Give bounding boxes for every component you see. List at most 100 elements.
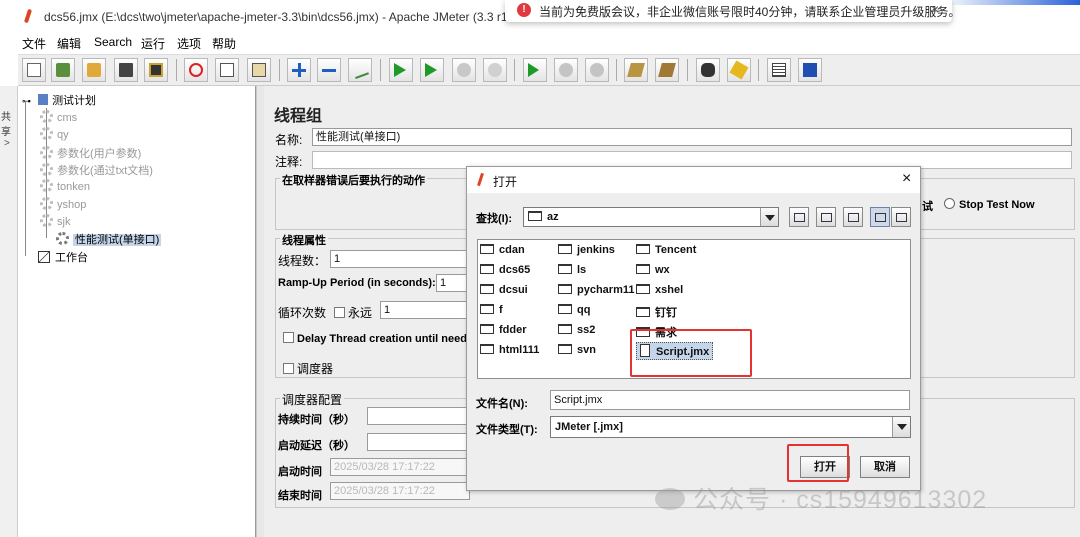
home-button[interactable] bbox=[816, 207, 836, 227]
file-item[interactable]: dcsui bbox=[480, 284, 528, 296]
radio-icon bbox=[944, 198, 955, 209]
reset-search-button[interactable] bbox=[727, 58, 751, 82]
start-button[interactable] bbox=[389, 58, 413, 82]
tree-node-qy[interactable]: qy bbox=[40, 127, 69, 141]
startup-delay-input[interactable] bbox=[367, 433, 467, 451]
duration-input[interactable] bbox=[367, 407, 467, 425]
filetype-combo[interactable]: JMeter [.jmx] bbox=[550, 416, 911, 438]
end-time-input[interactable]: 2025/03/28 17:17:22 bbox=[330, 482, 470, 500]
menu-search[interactable]: Search bbox=[94, 35, 132, 49]
folder-icon bbox=[636, 307, 650, 317]
file-item[interactable]: f bbox=[480, 304, 503, 316]
copy-button[interactable] bbox=[215, 58, 239, 82]
forever-checkbox[interactable]: 永远 bbox=[334, 304, 372, 321]
shutdown-button[interactable] bbox=[483, 58, 507, 82]
clear-all-button[interactable] bbox=[655, 58, 679, 82]
details-view-button[interactable] bbox=[891, 207, 911, 227]
save-button[interactable] bbox=[114, 58, 138, 82]
cut-button[interactable] bbox=[184, 58, 208, 82]
window-title: dcs56.jmx (E:\dcs\two\jmeter\apache-jmet… bbox=[44, 10, 508, 24]
tree-node-workbench[interactable]: 工作台 bbox=[38, 249, 88, 265]
dialog-close-button[interactable]: × bbox=[902, 170, 911, 188]
stop-test-now-radio[interactable]: Stop Test Now bbox=[944, 198, 1035, 211]
file-item[interactable]: xshel bbox=[636, 284, 683, 296]
help-button[interactable] bbox=[798, 58, 822, 82]
menu-file[interactable]: 文件 bbox=[22, 35, 46, 52]
list-view-button[interactable] bbox=[870, 207, 890, 227]
remote-shutdown-button[interactable] bbox=[585, 58, 609, 82]
paste-button[interactable] bbox=[247, 58, 271, 82]
clear-button[interactable] bbox=[624, 58, 648, 82]
watermark: 公众号 · cs15949613302 bbox=[655, 480, 1075, 514]
file-item[interactable]: ss2 bbox=[558, 324, 595, 336]
threads-input[interactable]: 1 bbox=[330, 250, 470, 268]
stop-button[interactable] bbox=[452, 58, 476, 82]
menu-options[interactable]: 选项 bbox=[177, 35, 201, 52]
thread-group-icon bbox=[40, 214, 53, 227]
folder-icon bbox=[558, 264, 572, 274]
up-folder-button[interactable] bbox=[789, 207, 809, 227]
file-item[interactable]: Tencent bbox=[636, 244, 696, 256]
left-strip-arrow[interactable]: > bbox=[4, 138, 10, 149]
folder-open-icon bbox=[87, 63, 101, 77]
folder-icon bbox=[480, 344, 494, 354]
file-item[interactable]: html111 bbox=[480, 344, 539, 356]
save-as-button[interactable] bbox=[144, 58, 168, 82]
cancel-button[interactable]: 取消 bbox=[860, 456, 910, 478]
expand-button[interactable] bbox=[287, 58, 311, 82]
tree-node-param-user[interactable]: 参数化(用户参数) bbox=[40, 145, 141, 161]
loop-count-input[interactable]: 1 bbox=[380, 301, 470, 319]
broom-all-icon bbox=[658, 63, 676, 77]
tree-node-yshop[interactable]: yshop bbox=[40, 197, 86, 211]
chevron-down-icon[interactable] bbox=[760, 208, 778, 226]
file-item[interactable]: cdan bbox=[480, 244, 525, 256]
list-view-icon bbox=[875, 213, 886, 222]
file-item[interactable]: svn bbox=[558, 344, 596, 356]
new-folder-icon bbox=[848, 213, 859, 222]
file-item[interactable]: fdder bbox=[480, 324, 527, 336]
start-time-input[interactable]: 2025/03/28 17:17:22 bbox=[330, 458, 470, 476]
delay-thread-checkbox[interactable]: Delay Thread creation until need bbox=[283, 332, 467, 345]
tree-node-sjk[interactable]: sjk bbox=[40, 214, 70, 228]
menu-edit[interactable]: 编辑 bbox=[57, 35, 81, 52]
file-item[interactable]: pycharm11 bbox=[558, 284, 634, 296]
file-item[interactable]: qq bbox=[558, 304, 590, 316]
function-helper-button[interactable] bbox=[767, 58, 791, 82]
templates-button[interactable] bbox=[51, 58, 75, 82]
chevron-down-icon[interactable] bbox=[892, 417, 910, 437]
file-item[interactable]: jenkins bbox=[558, 244, 615, 256]
tree-node-selected[interactable]: 性能测试(单接口) bbox=[56, 231, 162, 247]
name-field[interactable]: 性能测试(单接口) bbox=[312, 128, 1072, 146]
remote-start-button[interactable] bbox=[523, 58, 547, 82]
lookin-combo[interactable]: az bbox=[523, 207, 779, 227]
background-decoration bbox=[940, 0, 1080, 5]
tree-node-cms[interactable]: cms bbox=[40, 110, 77, 124]
filename-input[interactable]: Script.jmx bbox=[550, 390, 910, 410]
workbench-icon bbox=[38, 251, 50, 263]
new-button[interactable] bbox=[22, 58, 46, 82]
new-folder-button[interactable] bbox=[843, 207, 863, 227]
file-item[interactable]: wx bbox=[636, 264, 670, 276]
menu-run[interactable]: 运行 bbox=[141, 35, 165, 52]
start-no-pause-button[interactable] bbox=[420, 58, 444, 82]
play-icon bbox=[394, 63, 406, 77]
split-pane-divider[interactable] bbox=[256, 86, 264, 537]
thread-group-icon bbox=[40, 110, 53, 123]
remote-stop-button[interactable] bbox=[554, 58, 578, 82]
tree-node-root[interactable]: ⊶ 测试计划 bbox=[22, 92, 96, 108]
open-button[interactable] bbox=[82, 58, 106, 82]
file-item[interactable]: 钉钉 bbox=[636, 304, 677, 320]
toggle-button[interactable] bbox=[348, 58, 372, 82]
file-item[interactable]: ls bbox=[558, 264, 586, 276]
notice-close-button[interactable]: × bbox=[931, 1, 939, 17]
collapse-button[interactable] bbox=[317, 58, 341, 82]
reset-search-icon bbox=[729, 60, 749, 80]
tree-node-tonken[interactable]: tonken bbox=[40, 179, 90, 193]
new-file-icon bbox=[27, 63, 41, 77]
search-button[interactable] bbox=[696, 58, 720, 82]
file-item[interactable]: dcs65 bbox=[480, 264, 530, 276]
scheduler-checkbox[interactable]: 调度器 bbox=[283, 360, 333, 377]
open-file-dialog: 打开 × 查找(I): az cdan jenkins Tencent dcs6… bbox=[466, 166, 921, 491]
tree-node-param-txt[interactable]: 参数化(通过txt文档) bbox=[40, 162, 153, 178]
menu-help[interactable]: 帮助 bbox=[212, 35, 236, 52]
